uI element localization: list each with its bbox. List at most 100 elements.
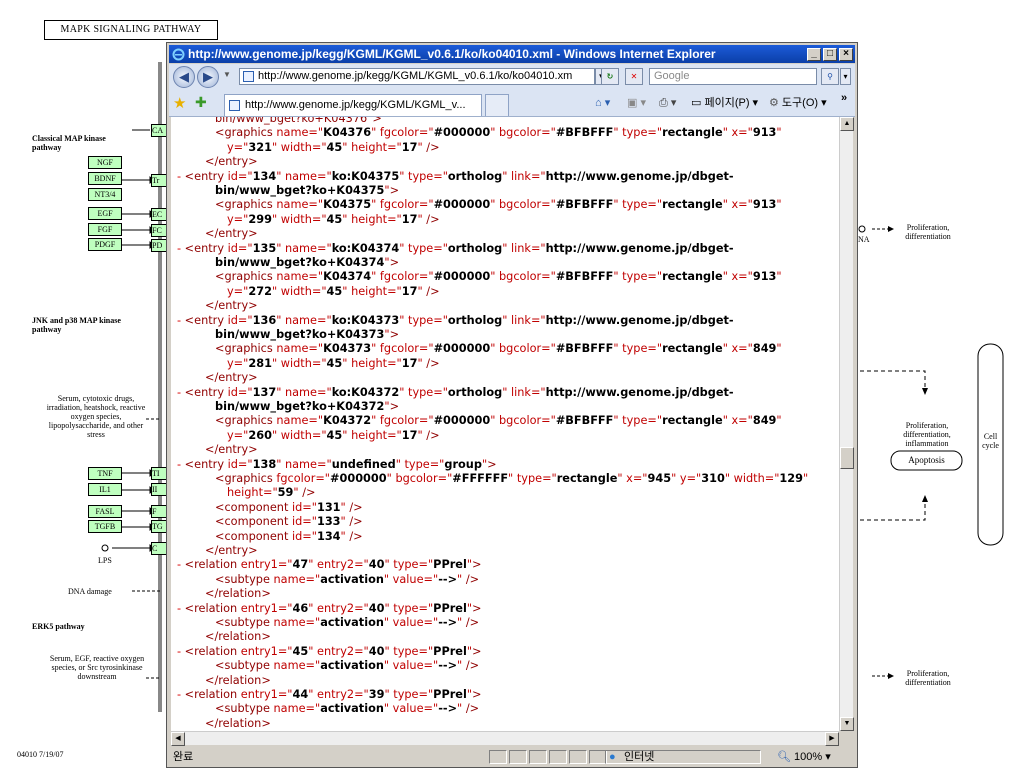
xml-token: " x=" — [722, 198, 753, 212]
collapse-toggle[interactable]: - — [177, 386, 185, 399]
tab-label: http://www.genome.jp/kegg/KGML/KGML_v... — [245, 99, 466, 111]
xml-line: <subtype name="activation" value="-->" /… — [215, 702, 479, 716]
xml-token: #FFFFFF — [452, 472, 509, 485]
lps-label: LPS — [98, 556, 112, 565]
xml-line[interactable]: - <relation entry1="46" entry2="40" type… — [177, 602, 482, 616]
xml-token: 17 — [401, 428, 418, 442]
collapse-toggle[interactable]: - — [177, 242, 185, 255]
xml-token: id=" — [227, 385, 253, 399]
xml-token: <graphics — [215, 270, 277, 284]
xml-token: <subtype — [215, 572, 274, 586]
xml-token: rectangle — [662, 198, 723, 212]
scroll-right-icon[interactable]: ▶ — [825, 732, 839, 746]
collapse-toggle[interactable]: - — [177, 314, 185, 327]
forward-button[interactable]: ▶ — [197, 66, 219, 88]
minimize-button[interactable]: _ — [807, 48, 821, 61]
new-tab-button[interactable] — [485, 94, 509, 116]
xml-token: #000000 — [433, 414, 491, 428]
xml-token: <component — [215, 515, 292, 529]
xml-token: undefined — [331, 457, 396, 471]
xml-token: 299 — [248, 212, 272, 226]
zoom-control[interactable]: 🔍︎ 100% ▾ — [777, 747, 831, 767]
collapse-toggle[interactable]: - — [177, 458, 185, 471]
stop-button[interactable]: ✕ — [625, 68, 643, 85]
xml-line[interactable]: - <entry id="135" name="ko:K04374" type=… — [177, 242, 734, 256]
scroll-up-icon[interactable]: ▲ — [840, 117, 854, 131]
scroll-thumb[interactable] — [840, 447, 854, 469]
vertical-scrollbar[interactable]: ▲ ▼ — [839, 117, 854, 731]
xml-token: rectangle — [556, 472, 618, 485]
xml-token: id=" — [227, 241, 253, 255]
add-favorite-icon[interactable]: ✚ — [195, 94, 207, 111]
xml-token: --> — [438, 659, 458, 673]
collapse-toggle[interactable]: - — [177, 170, 185, 183]
xml-token: PPrel — [433, 601, 467, 615]
xml-token: 321 — [248, 140, 272, 154]
xml-line: <component id="133" /> — [215, 515, 363, 529]
address-bar[interactable]: http://www.genome.jp/kegg/KGML/KGML_v0.6… — [239, 68, 595, 85]
xml-token: 45 — [292, 644, 309, 658]
xml-line[interactable]: - <entry id="134" name="ko:K04375" type=… — [177, 170, 734, 184]
xml-token: " height=" — [342, 140, 402, 154]
collapse-toggle[interactable]: - — [177, 688, 185, 701]
favorites-star-icon[interactable]: ★ — [173, 94, 186, 112]
xml-line: <graphics name="K04372" fgcolor="#000000… — [215, 414, 782, 428]
print-icon[interactable]: ⎙ ▾ — [659, 95, 676, 111]
partial-box: Tr — [151, 174, 167, 187]
xml-line[interactable]: - <relation entry1="45" entry2="40" type… — [177, 645, 482, 659]
collapse-toggle[interactable]: - — [177, 558, 185, 571]
zoom-level: 100% — [794, 751, 823, 763]
scroll-left-icon[interactable]: ◀ — [171, 732, 185, 746]
xml-line[interactable]: - <relation entry1="47" entry2="40" type… — [177, 558, 482, 572]
xml-token: rectangle — [662, 414, 723, 428]
tools-menu[interactable]: ⚙ 도구(O) ▾ — [769, 95, 827, 111]
zoom-icon: 🔍︎ — [777, 751, 791, 763]
title-bar[interactable]: http://www.genome.jp/kegg/KGML/KGML_v0.6… — [169, 45, 855, 63]
collapse-toggle[interactable]: - — [177, 645, 185, 658]
xml-token: > — [472, 644, 482, 658]
xml-token: 47 — [292, 558, 309, 572]
xml-token: " y=" — [671, 472, 702, 485]
xml-line: </entry> — [205, 443, 258, 457]
gene-box-tgfb: TGFB — [88, 520, 122, 533]
page-menu[interactable]: ▭ 페이지(P) ▾ — [691, 95, 758, 111]
xml-token: > — [472, 601, 482, 615]
xml-viewer[interactable]: bin/www_bget?ko+K04376"> <graphics name="… — [171, 117, 839, 731]
status-text: 완료 — [173, 751, 194, 763]
xml-token: rectangle — [662, 126, 723, 140]
na-label: NA — [858, 235, 870, 244]
xml-token: " fgcolor=" — [371, 198, 434, 212]
xml-token: 45 — [326, 428, 343, 442]
xml-line[interactable]: - <entry id="136" name="ko:K04373" type=… — [177, 314, 734, 328]
maximize-button[interactable]: □ — [823, 48, 837, 61]
xml-token: 59 — [277, 486, 294, 500]
xml-line[interactable]: - <entry id="138" name="undefined" type=… — [177, 458, 497, 472]
xml-token: > — [472, 558, 482, 572]
xml-token: http://www.genome.jp/dbget- — [545, 169, 734, 183]
xml-line: <graphics fgcolor="#000000" bgcolor="#FF… — [215, 472, 808, 486]
xml-line[interactable]: - <entry id="137" name="ko:K04372" type=… — [177, 386, 734, 400]
tab-current[interactable]: http://www.genome.jp/kegg/KGML/KGML_v... — [224, 94, 482, 116]
search-input[interactable]: Google — [649, 68, 817, 85]
search-icon[interactable]: ⚲ — [821, 68, 839, 85]
xml-token: " type=" — [508, 472, 557, 485]
xml-token: /> — [349, 529, 363, 543]
xml-token: entry1=" — [240, 688, 293, 701]
close-button[interactable]: × — [839, 48, 853, 61]
horizontal-scrollbar[interactable]: ◀ ▶ — [171, 731, 839, 746]
recent-pages-dropdown-icon[interactable]: ▼ — [223, 70, 231, 79]
feeds-icon[interactable]: ▣ ▾ — [627, 95, 646, 111]
xml-token: 45 — [326, 212, 343, 226]
xml-token: 129 — [779, 472, 804, 485]
home-icon[interactable]: ⌂ ▾ — [595, 95, 610, 111]
refresh-button[interactable]: ↻ — [601, 68, 619, 85]
scroll-down-icon[interactable]: ▼ — [840, 717, 854, 731]
page-menu-icon: ▭ — [691, 97, 705, 109]
xml-line[interactable]: - <relation entry1="44" entry2="39" type… — [177, 688, 482, 702]
back-button[interactable]: ◀ — [173, 66, 195, 88]
search-options-icon[interactable]: ▾ — [840, 68, 851, 85]
more-chevron-icon[interactable]: » — [841, 90, 847, 106]
xml-token: id=" — [291, 515, 317, 529]
gene-box-pdgf: PDGF — [88, 238, 122, 251]
collapse-toggle[interactable]: - — [177, 602, 185, 615]
